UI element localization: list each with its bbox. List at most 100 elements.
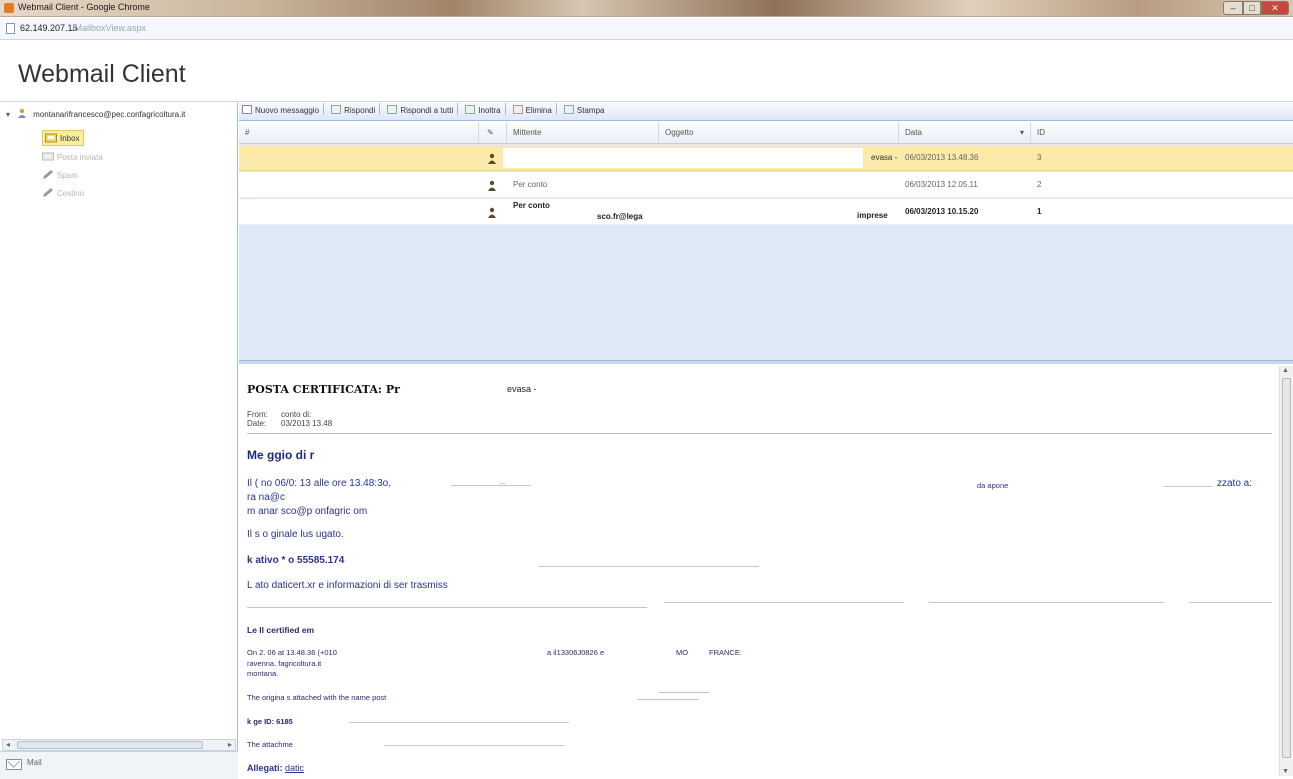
attachment-link[interactable]: datic: [285, 763, 304, 773]
new-message-button[interactable]: Nuovo messaggio: [239, 103, 322, 120]
table-row[interactable]: Per conto 06/03/2013 12.05.11 2: [239, 172, 1293, 198]
reply-all-icon: [387, 105, 398, 114]
window-title: Webmail Client - Google Chrome: [18, 2, 150, 12]
table-rule: [664, 602, 904, 603]
folder-label-inbox: Inbox: [60, 134, 80, 143]
body-line-far: zzato a:: [1217, 478, 1253, 489]
row-date: 06/03/2013 10.15.20: [905, 207, 979, 216]
column-header-sender[interactable]: Mittente: [507, 122, 659, 144]
row-sender-tail: sco.fr@lega: [597, 212, 643, 221]
collapse-arrow-icon[interactable]: ▾: [6, 110, 14, 119]
redaction-mark: [349, 722, 569, 723]
date-value: 03/2013 13.48: [281, 419, 333, 428]
reply-all-button[interactable]: Rispondi a tutti: [384, 103, 456, 120]
certified-sender-icon: [488, 180, 496, 191]
redaction-mark: [659, 692, 709, 693]
close-window-button[interactable]: ✕: [1261, 1, 1289, 15]
table-row[interactable]: evasa - 06/03/2013 13.48.36 3: [239, 145, 1293, 171]
app-title: Webmail Client: [18, 60, 186, 88]
scroll-left-arrow-icon[interactable]: ◂: [6, 740, 10, 749]
scroll-down-arrow-icon[interactable]: ▼: [1282, 768, 1289, 775]
redaction-mark: [637, 699, 699, 700]
redaction-mark: …: [499, 477, 507, 486]
column-header-date[interactable]: Data ▾: [899, 122, 1031, 144]
url-host[interactable]: 62.149.207.15: [20, 23, 78, 33]
column-header-date-label: Data: [905, 128, 922, 137]
new-message-label: Nuovo messaggio: [255, 106, 320, 115]
folder-spam[interactable]: Spam: [42, 169, 78, 185]
message-toolbar: Nuovo messaggio Rispondi Rispondi a tutt…: [239, 103, 1293, 121]
print-button[interactable]: Stampa: [561, 103, 608, 120]
table-rule: [1189, 602, 1272, 603]
row-id: 1: [1037, 207, 1042, 216]
folder-trash[interactable]: Cestino: [42, 187, 84, 203]
column-header-hash[interactable]: #: [239, 122, 479, 144]
message-body-heading: Me ggio di r: [247, 448, 315, 462]
body-line: k ativo * o 55585.174: [247, 555, 345, 566]
toolbar-separator: [555, 103, 557, 115]
envelope-icon: [6, 759, 22, 770]
preview-subject-tail: evasa -: [507, 384, 537, 394]
account-label: montanarifrancesco@pec.confagricoltura.i…: [33, 110, 186, 119]
window-controls: – □ ✕: [1223, 1, 1289, 15]
folder-tree-panel: ▾ montanarifrancesco@pec.confagricoltura…: [0, 103, 238, 779]
from-label: From:: [247, 410, 268, 419]
folder-sent[interactable]: Posta inviata: [42, 151, 103, 167]
preview-subject: POSTA CERTIFICATA: Pr: [247, 383, 400, 396]
reply-icon: [331, 105, 342, 114]
scrollbar-thumb[interactable]: [17, 741, 203, 749]
pencil-icon: [43, 188, 53, 197]
toolbar-separator: [379, 103, 381, 115]
address-bar[interactable]: 62.149.207.15 /MailboxView.aspx: [0, 18, 1293, 40]
toolbar-separator: [504, 103, 506, 115]
attachments-row: Allegati: datic: [247, 763, 304, 773]
delete-icon: [512, 105, 523, 114]
preview-headers: From: conto di: Date: 03/2013 13.48: [247, 410, 332, 428]
reply-button[interactable]: Rispondi: [328, 103, 378, 120]
row-sender: Per conto: [513, 201, 550, 210]
folder-inbox[interactable]: Inbox: [42, 130, 84, 146]
print-label: Stampa: [576, 106, 605, 115]
url-path[interactable]: /MailboxView.aspx: [72, 23, 146, 33]
body-line-en: montana.: [247, 669, 279, 678]
column-header-subject[interactable]: Oggetto: [659, 122, 899, 144]
reply-label: Rispondi: [344, 106, 376, 115]
body-line-en: k ge ID: 6185: [247, 717, 293, 726]
scroll-up-arrow-icon[interactable]: ▲: [1282, 367, 1289, 374]
grid-header: # ✎ Mittente Oggetto Data ▾ ID: [239, 122, 1293, 144]
mail-module-label: Mail: [27, 758, 42, 767]
browser-title-bar: Webmail Client - Google Chrome – □ ✕: [0, 0, 1293, 17]
redaction-mark: [384, 745, 564, 746]
scroll-right-arrow-icon[interactable]: ▸: [228, 740, 232, 749]
folder-label-trash: Cestino: [57, 189, 85, 198]
body-line-en: The origina s attached with the name pos…: [247, 693, 387, 702]
body-line: L ato daticert.xr e informazioni di ser …: [247, 580, 448, 591]
account-node[interactable]: ▾ montanarifrancesco@pec.confagricoltura…: [6, 108, 238, 122]
redaction-mark: [539, 566, 759, 567]
forward-button[interactable]: Inoltra: [462, 103, 503, 120]
folder-label-sent: Posta inviata: [57, 153, 103, 162]
delete-button[interactable]: Elimina: [510, 103, 555, 120]
body-line-en: On 2. 06 at 13.48.36 (+010: [247, 648, 337, 657]
message-list-grid: # ✎ Mittente Oggetto Data ▾ ID evasa - 0…: [239, 122, 1293, 364]
tree-horizontal-scrollbar[interactable]: ◂ ▸: [2, 739, 236, 751]
column-header-attachment[interactable]: ✎: [479, 122, 507, 144]
app-header: Webmail Client: [0, 41, 1293, 102]
mail-module-button[interactable]: Mail: [0, 751, 238, 779]
row-id: 2: [1037, 180, 1042, 189]
sort-desc-icon: ▾: [1019, 128, 1024, 137]
body-line-right: da apone: [977, 481, 1009, 490]
delete-label: Elimina: [525, 106, 552, 115]
grid-preview-splitter[interactable]: [239, 360, 1293, 364]
row-subject: imprese: [857, 211, 888, 220]
redaction-mark: [1164, 486, 1212, 487]
table-row[interactable]: Per conto sco.fr@lega imprese 06/03/2013…: [239, 199, 1293, 225]
message-preview-pane: POSTA CERTIFICATA: Pr evasa - From: conto…: [239, 366, 1279, 776]
scrollbar-thumb[interactable]: [1282, 378, 1291, 758]
table-rule: [247, 607, 647, 608]
preview-vertical-scrollbar[interactable]: ▲ ▼: [1279, 366, 1293, 776]
column-header-id[interactable]: ID: [1031, 122, 1293, 144]
maximize-button[interactable]: □: [1243, 1, 1261, 15]
minimize-button[interactable]: –: [1223, 1, 1243, 15]
reply-all-label: Rispondi a tutti: [400, 106, 454, 115]
